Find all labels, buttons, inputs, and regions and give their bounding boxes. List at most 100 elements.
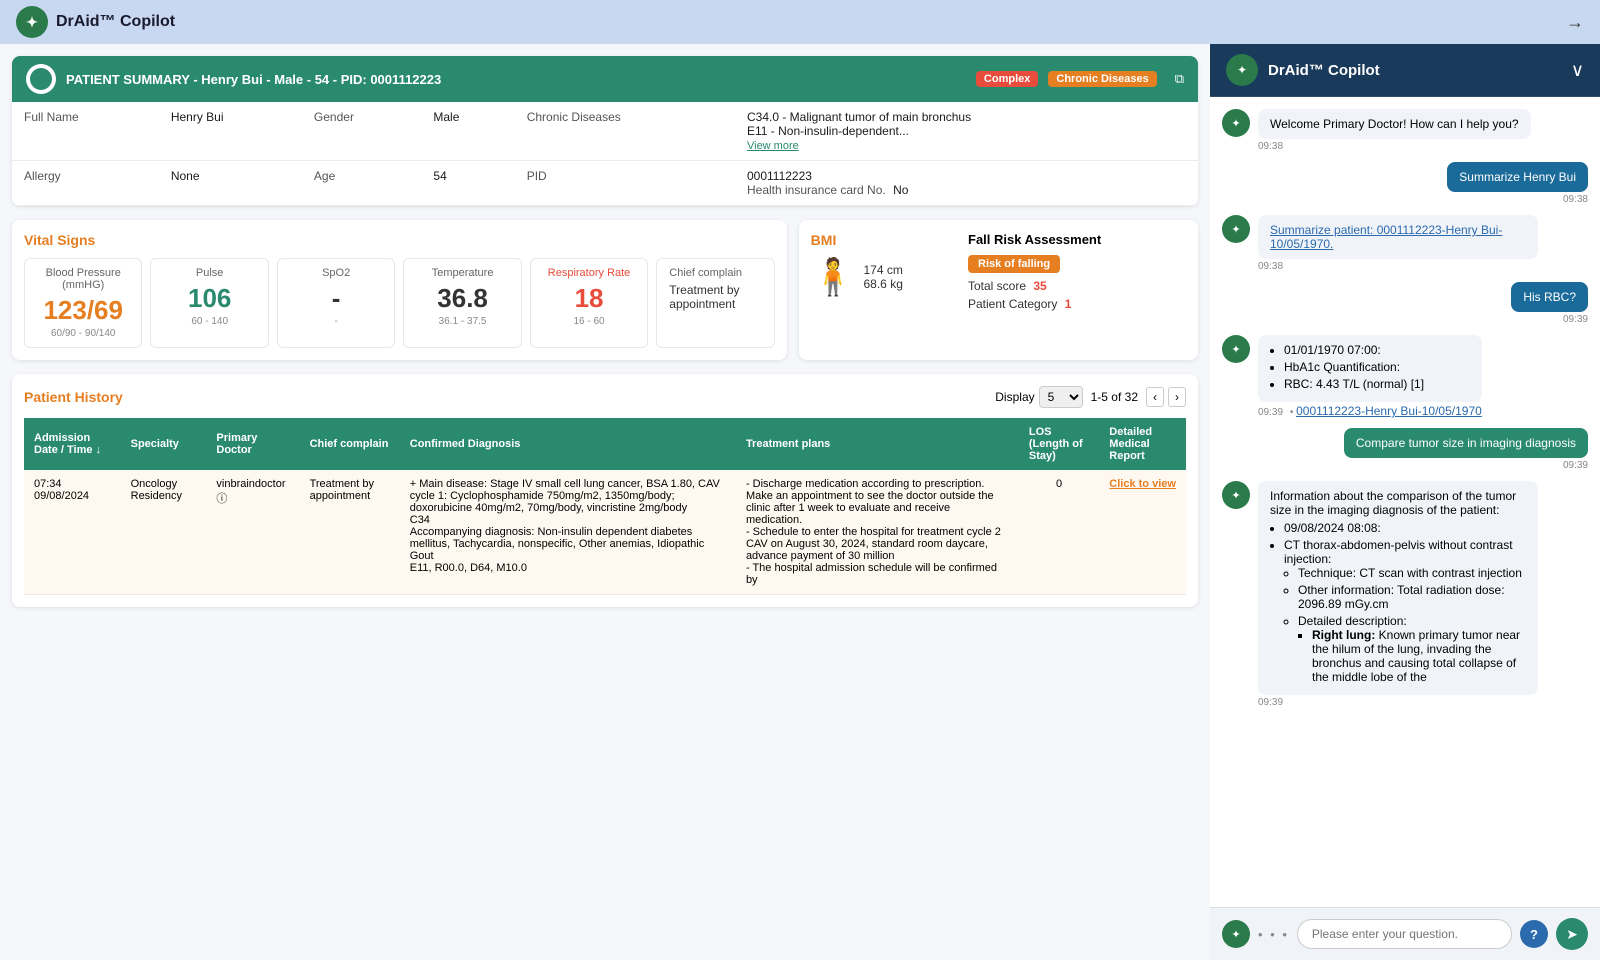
tumor-item-2c1: Right lung: Known primary tumor near the… (1312, 628, 1526, 684)
chat-msg-tumor-result: ✦ Information about the comparison of th… (1222, 481, 1588, 708)
top-header: ✦ DrAid™ Copilot → (0, 0, 1600, 44)
rbc-item-1: 01/01/1970 07:00: (1284, 343, 1470, 357)
pid-label: PID (515, 161, 735, 206)
age-label: Age (302, 161, 421, 206)
draidcopilot-logo: ✦ (16, 6, 48, 38)
col-specialty: Specialty (121, 418, 207, 470)
row-treatment: - Discharge medication according to pres… (736, 470, 1019, 595)
bot-avatar-4: ✦ (1222, 481, 1250, 509)
spo2-value: - (290, 283, 382, 314)
resp-range: 16 - 60 (543, 316, 635, 327)
time-rbc-result: 09:39 • 0001112223-Henry Bui-10/05/1970 (1258, 404, 1482, 418)
bot-avatar-2: ✦ (1222, 215, 1250, 243)
header-arrow[interactable]: → (1566, 12, 1584, 33)
chat-input-wrap[interactable] (1297, 919, 1512, 949)
history-table: Admission Date / Time ↓ Specialty Primar… (24, 418, 1186, 595)
row-report[interactable]: Click to view (1099, 470, 1186, 595)
ps-title: PATIENT SUMMARY - Henry Bui - Male - 54 … (66, 72, 966, 87)
chat-msg-welcome: ✦ Welcome Primary Doctor! How can I help… (1222, 109, 1588, 152)
bubble-rbc-result: 01/01/1970 07:00: HbA1c Quantification: … (1258, 335, 1482, 402)
draidcopilot-ps-logo (26, 64, 56, 94)
chat-title: DrAid™ Copilot (1268, 62, 1561, 79)
view-more-link[interactable]: View more (747, 140, 799, 152)
chat-input[interactable] (1312, 927, 1497, 941)
tumor-item-2c: Detailed description: Right lung: Known … (1298, 614, 1526, 684)
chat-msg-rbc-result: ✦ 01/01/1970 07:00: HbA1c Quantification… (1222, 335, 1588, 418)
col-los: LOS (Length of Stay) (1019, 418, 1099, 470)
chief-complain-label: Chief complain (669, 267, 761, 279)
pid-insurance: 0001112223 Health insurance card No. No (735, 161, 1198, 206)
row-specialty: Oncology Residency (121, 470, 207, 595)
fall-risk-title: Fall Risk Assessment (968, 232, 1186, 247)
blood-pressure-card: Blood Pressure (mmHG) 123/69 60/90 - 90/… (24, 258, 142, 348)
bubble-rbc: His RBC? (1511, 282, 1588, 312)
total-score-value: 35 (1033, 279, 1046, 293)
bp-name: Blood Pressure (mmHG) (37, 267, 129, 291)
bmi-person: 🧍 174 cm 68.6 kg (811, 256, 956, 298)
rbc-source-link[interactable]: 0001112223-Henry Bui-10/05/1970 (1296, 404, 1482, 418)
vitals-box: Vital Signs Blood Pressure (mmHG) 123/69… (12, 220, 787, 360)
temp-name: Temperature (416, 267, 508, 279)
pulse-card: Pulse 106 60 - 140 (150, 258, 268, 348)
col-date: Admission Date / Time ↓ (24, 418, 121, 470)
bmi-title: BMI (811, 232, 956, 248)
chat-msg-link: ✦ Summarize patient: 0001112223-Henry Bu… (1222, 215, 1588, 272)
patient-category-label: Patient Category (968, 297, 1057, 311)
col-treatment: Treatment plans (736, 418, 1019, 470)
vitals-bmi-row: Vital Signs Blood Pressure (mmHG) 123/69… (12, 220, 1198, 360)
prev-page-button[interactable]: ‹ (1146, 387, 1164, 407)
risk-badge: Risk of falling (968, 255, 1060, 273)
time-tumor-result: 09:39 (1258, 697, 1538, 708)
display-count-select[interactable]: 51020 (1039, 386, 1083, 408)
allergy-value: None (159, 161, 302, 206)
person-icon: 🧍 (811, 256, 856, 298)
time-rbc: 09:39 (1511, 314, 1588, 325)
bmi-values: 174 cm 68.6 kg (864, 263, 903, 291)
tumor-item-2a: Technique: CT scan with contrast injecti… (1298, 566, 1526, 580)
chat-msg-summarize: Summarize Henry Bui 09:38 (1222, 162, 1588, 205)
insurance-value: No (893, 183, 908, 197)
chat-body[interactable]: ✦ Welcome Primary Doctor! How can I help… (1210, 97, 1600, 907)
time-summarize: 09:38 (1447, 194, 1588, 205)
bot-avatar-3: ✦ (1222, 335, 1250, 363)
total-score-label: Total score (968, 279, 1026, 293)
tumor-intro: Information about the comparison of the … (1270, 489, 1526, 517)
bubble-tumor: Compare tumor size in imaging diagnosis (1344, 428, 1588, 458)
tumor-item-2b: Other information: Total radiation dose:… (1298, 583, 1526, 611)
top-header-left: ✦ DrAid™ Copilot (16, 6, 1566, 38)
rbc-list: 01/01/1970 07:00: HbA1c Quantification: … (1270, 343, 1470, 391)
temp-range: 36.1 - 37.5 (416, 316, 508, 327)
ps-table: Full Name Henry Bui Gender Male Chronic … (12, 102, 1198, 206)
bubble-summarize: Summarize Henry Bui (1447, 162, 1588, 192)
rbc-item-2: HbA1c Quantification: (1284, 360, 1470, 374)
chat-footer: ✦ • • • ? ➤ (1210, 907, 1600, 960)
pulse-name: Pulse (163, 267, 255, 279)
row-los: 0 (1019, 470, 1099, 595)
chat-logo: ✦ (1226, 54, 1258, 86)
collapse-icon[interactable]: ∨ (1571, 60, 1584, 81)
resp-value: 18 (543, 283, 635, 314)
send-button[interactable]: ➤ (1556, 918, 1588, 950)
badge-chronic: Chronic Diseases (1048, 71, 1156, 87)
respiratory-card: Respiratory Rate 18 16 - 60 (530, 258, 648, 348)
chronic-value: C34.0 - Malignant tumor of main bronchus… (735, 102, 1198, 161)
click-to-view-link[interactable]: Click to view (1109, 478, 1176, 490)
age-value: 54 (421, 161, 514, 206)
tumor-list: 09/08/2024 08:08: CT thorax-abdomen-pelv… (1270, 521, 1526, 684)
history-title: Patient History (24, 389, 123, 405)
bp-range: 60/90 - 90/140 (37, 328, 129, 339)
pagination-controls: ‹ › (1146, 387, 1186, 407)
help-button[interactable]: ? (1520, 920, 1548, 948)
external-link-icon[interactable]: ⧉ (1175, 71, 1184, 87)
rbc-item-3: RBC: 4.43 T/L (normal) [1] (1284, 377, 1470, 391)
vitals-cards-row: Blood Pressure (mmHG) 123/69 60/90 - 90/… (24, 258, 775, 348)
time-link: 09:38 (1258, 261, 1538, 272)
chief-complain-card: Chief complain Treatment by appointment (656, 258, 774, 348)
patient-link[interactable]: Summarize patient: 0001112223-Henry Bui-… (1270, 223, 1502, 251)
next-page-button[interactable]: › (1168, 387, 1186, 407)
left-panel: PATIENT SUMMARY - Henry Bui - Male - 54 … (0, 44, 1210, 960)
history-controls: Display 51020 1-5 of 32 ‹ › (995, 386, 1186, 408)
bmi-left: BMI 🧍 174 cm 68.6 kg (811, 232, 956, 311)
bmi-box: BMI 🧍 174 cm 68.6 kg Fall Risk Assessmen… (799, 220, 1198, 360)
chronic-diseases-text: C34.0 - Malignant tumor of main bronchus… (747, 110, 971, 138)
